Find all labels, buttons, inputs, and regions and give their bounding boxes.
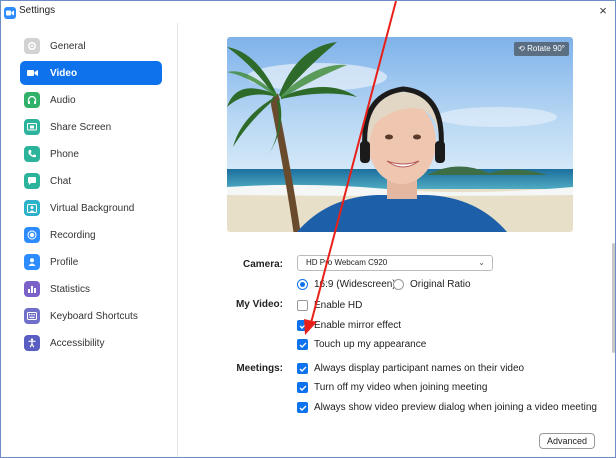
video-preview-dialog-label: Always show video preview dialog when jo…	[314, 402, 597, 413]
virtual-background-icon	[24, 200, 40, 216]
enable-hd-label: Enable HD	[314, 300, 363, 311]
video-preview-image	[227, 37, 573, 232]
sidebar-item-label: Phone	[50, 148, 79, 160]
rotate-label: Rotate 90°	[527, 44, 565, 53]
video-settings-panel: ⟲ Rotate 90° Camera: HD Pro Webcam C920 …	[179, 23, 615, 457]
settings-sidebar: General Video Audio Share Screen Phone C…	[2, 23, 178, 457]
scrollbar-thumb[interactable]	[612, 243, 615, 353]
camera-select[interactable]: HD Pro Webcam C920 ⌄	[297, 255, 493, 271]
phone-icon	[24, 146, 40, 162]
display-names-label: Always display participant names on thei…	[314, 363, 525, 374]
chat-icon	[24, 173, 40, 189]
meetings-label: Meetings:	[236, 363, 283, 374]
accessibility-icon	[24, 335, 40, 351]
zoom-app-icon	[4, 7, 16, 19]
sidebar-item-label: Audio	[50, 94, 76, 106]
touch-up-label: Touch up my appearance	[314, 339, 427, 350]
camera-label: Camera:	[242, 259, 283, 270]
sidebar-item-label: Accessibility	[50, 337, 105, 349]
sidebar-item-label: Chat	[50, 175, 72, 187]
sidebar-item-recording[interactable]: Recording	[20, 223, 162, 247]
partially-hidden-option	[297, 442, 497, 446]
checkmark-icon	[297, 382, 308, 393]
rotate-button[interactable]: ⟲ Rotate 90°	[514, 42, 569, 56]
sidebar-item-label: General	[50, 40, 86, 52]
mirror-effect-checkbox[interactable]: Enable mirror effect	[297, 320, 401, 331]
sidebar-item-keyboard-shortcuts[interactable]: Keyboard Shortcuts	[20, 304, 162, 328]
sidebar-item-general[interactable]: General	[20, 34, 162, 58]
sidebar-item-label: Statistics	[50, 283, 91, 295]
share-screen-icon	[24, 119, 40, 135]
sidebar-item-audio[interactable]: Audio	[20, 88, 162, 112]
checkmark-icon	[297, 339, 308, 350]
touch-up-checkbox[interactable]: Touch up my appearance	[297, 339, 426, 350]
radio-selected	[297, 279, 308, 290]
checkbox-unchecked	[297, 300, 308, 311]
my-video-label: My Video:	[235, 299, 283, 310]
sidebar-item-label: Keyboard Shortcuts	[50, 310, 138, 322]
profile-icon	[24, 254, 40, 270]
mirror-effect-label: Enable mirror effect	[314, 320, 402, 331]
aspect-widescreen-label: 16:9 (Widescreen)	[314, 279, 396, 290]
camera-select-value: HD Pro Webcam C920	[306, 258, 388, 267]
aspect-original-label: Original Ratio	[410, 279, 471, 290]
checkmark-icon	[297, 320, 308, 331]
sidebar-item-label: Share Screen	[50, 121, 112, 133]
enable-hd-checkbox[interactable]: Enable HD	[297, 300, 362, 311]
close-button[interactable]: ×	[595, 3, 611, 19]
video-preview-dialog-checkbox[interactable]: Always show video preview dialog when jo…	[297, 402, 597, 413]
sidebar-item-virtual-background[interactable]: Virtual Background	[20, 196, 162, 220]
recording-icon	[24, 227, 40, 243]
checkmark-icon	[297, 363, 308, 374]
video-camera-icon	[24, 65, 40, 81]
turn-off-video-checkbox[interactable]: Turn off my video when joining meeting	[297, 382, 487, 393]
sidebar-item-label: Recording	[50, 229, 96, 241]
gear-icon	[24, 38, 40, 54]
settings-window: Settings × General Video Audio Share Scr…	[0, 0, 616, 458]
sidebar-item-label: Video	[50, 67, 78, 79]
keyboard-icon	[24, 308, 40, 324]
sidebar-item-label: Virtual Background	[50, 202, 135, 214]
chevron-down-icon: ⌄	[478, 258, 485, 267]
sidebar-item-video[interactable]: Video	[20, 61, 162, 85]
checkmark-icon	[297, 402, 308, 413]
title-bar: Settings ×	[1, 1, 615, 23]
sidebar-item-share-screen[interactable]: Share Screen	[20, 115, 162, 139]
rotate-icon: ⟲	[518, 44, 528, 53]
sidebar-item-statistics[interactable]: Statistics	[20, 277, 162, 301]
sidebar-item-chat[interactable]: Chat	[20, 169, 162, 193]
display-names-checkbox[interactable]: Always display participant names on thei…	[297, 363, 524, 374]
statistics-icon	[24, 281, 40, 297]
advanced-button[interactable]: Advanced	[539, 433, 595, 449]
radio-unselected	[393, 279, 404, 290]
aspect-original-radio[interactable]: Original Ratio	[393, 279, 471, 290]
video-preview: ⟲ Rotate 90°	[227, 37, 573, 232]
sidebar-item-profile[interactable]: Profile	[20, 250, 162, 274]
aspect-widescreen-radio[interactable]: 16:9 (Widescreen)	[297, 279, 396, 290]
sidebar-item-accessibility[interactable]: Accessibility	[20, 331, 162, 355]
turn-off-video-label: Turn off my video when joining meeting	[314, 382, 488, 393]
headphones-icon	[24, 92, 40, 108]
window-title: Settings	[19, 5, 56, 16]
sidebar-item-phone[interactable]: Phone	[20, 142, 162, 166]
sidebar-item-label: Profile	[50, 256, 79, 268]
